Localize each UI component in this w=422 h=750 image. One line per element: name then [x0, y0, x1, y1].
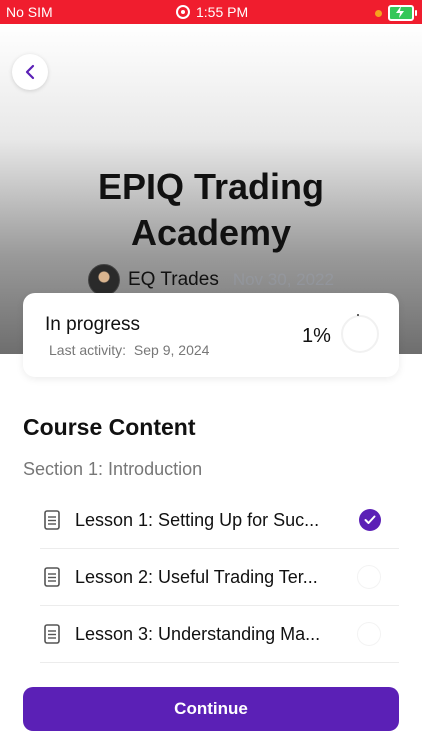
progress-status: In progress: [45, 314, 141, 335]
chevron-left-icon: [25, 64, 35, 80]
lesson-label: Lesson 3: Understanding Ma...: [75, 623, 321, 644]
incomplete-circle-icon: [357, 565, 381, 589]
status-right: [375, 5, 417, 21]
progress-card: In progress Last activity: Sep 9, 2024 1…: [23, 293, 399, 377]
back-button[interactable]: [12, 54, 48, 90]
carrier-label: No SIM: [6, 4, 53, 20]
lesson-item[interactable]: Lesson 2: Useful Trading Ter...: [40, 549, 399, 606]
recording-dot-icon: [375, 9, 382, 17]
course-title-line2: Academy: [130, 212, 292, 253]
document-icon: [43, 624, 61, 644]
section-title: Section 1: Introduction: [23, 459, 203, 479]
last-activity: Last activity: Sep 9, 2024: [45, 342, 209, 358]
course-title-line1: EPIQ Trading: [97, 166, 325, 207]
course-content-heading: Course Content: [23, 414, 196, 440]
progress-percent: 1%: [302, 325, 331, 347]
document-icon: [43, 510, 61, 530]
incomplete-circle-icon: [357, 622, 381, 646]
continue-button[interactable]: Continue: [23, 687, 399, 731]
lesson-item[interactable]: Lesson 3: Understanding Ma...: [40, 606, 399, 663]
status-center: 1:55 PM: [176, 4, 248, 20]
author-name[interactable]: EQ Trades: [128, 269, 219, 291]
status-bar: No SIM 1:55 PM: [0, 0, 422, 24]
lesson-item[interactable]: Lesson 1: Setting Up for Suc...: [40, 492, 399, 549]
battery-icon: [388, 5, 417, 21]
document-icon: [43, 567, 61, 587]
course-date: Nov 30, 2022: [232, 270, 334, 289]
course-title: EPIQ Trading Academy: [40, 164, 382, 256]
checkmark-icon: [359, 509, 381, 531]
last-activity-date: Sep 9, 2024: [133, 342, 210, 358]
avatar: [88, 264, 120, 296]
progress-ring: [341, 314, 379, 353]
last-activity-label: Last activity:: [49, 342, 127, 358]
status-time: 1:55 PM: [196, 4, 249, 20]
lesson-label: Lesson 1: Setting Up for Suc...: [75, 509, 320, 530]
lesson-label: Lesson 2: Useful Trading Ter...: [75, 566, 318, 587]
alarm-icon: [176, 5, 190, 19]
author-row: EQ Trades Nov 30, 2022: [88, 264, 334, 296]
